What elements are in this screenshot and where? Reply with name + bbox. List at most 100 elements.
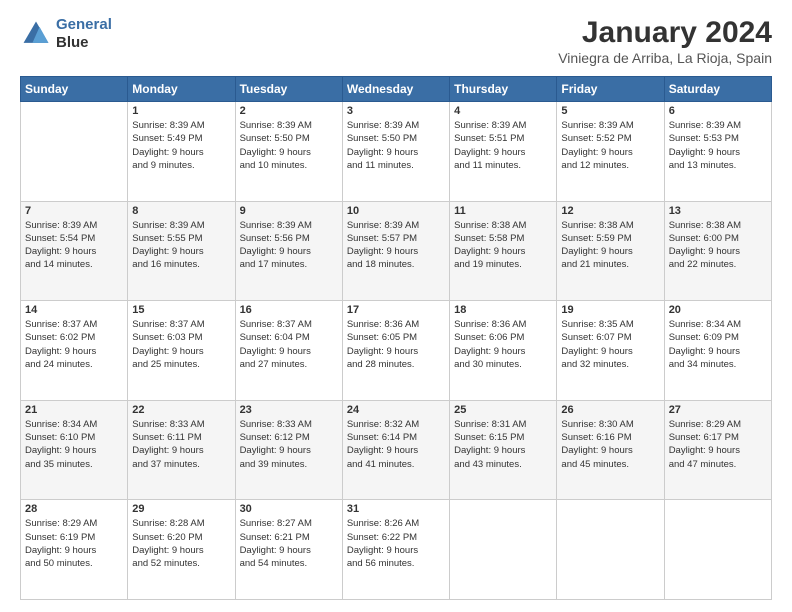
calendar-cell: 14 Sunrise: 8:37 AM Sunset: 6:02 PM Dayli…: [21, 301, 128, 401]
day-number: 8: [132, 205, 230, 217]
calendar-cell: 15 Sunrise: 8:37 AM Sunset: 6:03 PM Dayli…: [128, 301, 235, 401]
day-info: Sunrise: 8:38 AM Sunset: 6:00 PM Dayligh…: [669, 219, 767, 272]
day-number: 14: [25, 304, 123, 316]
calendar-cell: 19 Sunrise: 8:35 AM Sunset: 6:07 PM Dayli…: [557, 301, 664, 401]
day-info: Sunrise: 8:29 AM Sunset: 6:19 PM Dayligh…: [25, 517, 123, 570]
day-info: Sunrise: 8:30 AM Sunset: 6:16 PM Dayligh…: [561, 418, 659, 471]
weekday-header-wednesday: Wednesday: [342, 77, 449, 102]
weekday-header-tuesday: Tuesday: [235, 77, 342, 102]
day-info: Sunrise: 8:28 AM Sunset: 6:20 PM Dayligh…: [132, 517, 230, 570]
day-info: Sunrise: 8:37 AM Sunset: 6:03 PM Dayligh…: [132, 318, 230, 371]
calendar-cell: 30 Sunrise: 8:27 AM Sunset: 6:21 PM Dayli…: [235, 500, 342, 600]
day-number: 26: [561, 404, 659, 416]
day-info: Sunrise: 8:39 AM Sunset: 5:53 PM Dayligh…: [669, 119, 767, 172]
day-number: 13: [669, 205, 767, 217]
day-info: Sunrise: 8:29 AM Sunset: 6:17 PM Dayligh…: [669, 418, 767, 471]
weekday-header-thursday: Thursday: [450, 77, 557, 102]
day-number: 31: [347, 503, 445, 515]
day-number: 11: [454, 205, 552, 217]
day-info: Sunrise: 8:35 AM Sunset: 6:07 PM Dayligh…: [561, 318, 659, 371]
day-info: Sunrise: 8:33 AM Sunset: 6:12 PM Dayligh…: [240, 418, 338, 471]
day-number: 23: [240, 404, 338, 416]
weekday-header-monday: Monday: [128, 77, 235, 102]
day-number: 28: [25, 503, 123, 515]
calendar-cell: 18 Sunrise: 8:36 AM Sunset: 6:06 PM Dayli…: [450, 301, 557, 401]
week-row-1: 1Sunrise: 8:39 AM Sunset: 5:49 PM Daylig…: [21, 102, 772, 202]
day-info: Sunrise: 8:39 AM Sunset: 5:55 PM Dayligh…: [132, 219, 230, 272]
day-info: Sunrise: 8:39 AM Sunset: 5:56 PM Dayligh…: [240, 219, 338, 272]
calendar-cell: 5Sunrise: 8:39 AM Sunset: 5:52 PM Daylig…: [557, 102, 664, 202]
day-number: 4: [454, 105, 552, 117]
day-info: Sunrise: 8:39 AM Sunset: 5:50 PM Dayligh…: [240, 119, 338, 172]
logo-line2: Blue: [56, 34, 112, 52]
calendar-cell: 1Sunrise: 8:39 AM Sunset: 5:49 PM Daylig…: [128, 102, 235, 202]
calendar-cell: 2 Sunrise: 8:39 AM Sunset: 5:50 PM Daylig…: [235, 102, 342, 202]
day-info: Sunrise: 8:26 AM Sunset: 6:22 PM Dayligh…: [347, 517, 445, 570]
title-block: January 2024 Viniegra de Arriba, La Rioj…: [558, 16, 772, 66]
day-number: 29: [132, 503, 230, 515]
day-number: 9: [240, 205, 338, 217]
week-row-5: 28 Sunrise: 8:29 AM Sunset: 6:19 PM Dayli…: [21, 500, 772, 600]
calendar-cell: 7Sunrise: 8:39 AM Sunset: 5:54 PM Daylig…: [21, 201, 128, 301]
calendar-cell: 16 Sunrise: 8:37 AM Sunset: 6:04 PM Dayli…: [235, 301, 342, 401]
logo-text: General Blue: [56, 16, 112, 52]
day-number: 20: [669, 304, 767, 316]
day-number: 2: [240, 105, 338, 117]
day-info: Sunrise: 8:38 AM Sunset: 5:59 PM Dayligh…: [561, 219, 659, 272]
calendar-cell: [557, 500, 664, 600]
day-number: 19: [561, 304, 659, 316]
day-number: 10: [347, 205, 445, 217]
weekday-header-saturday: Saturday: [664, 77, 771, 102]
weekday-header-sunday: Sunday: [21, 77, 128, 102]
weekday-header-friday: Friday: [557, 77, 664, 102]
calendar-cell: [21, 102, 128, 202]
day-number: 15: [132, 304, 230, 316]
day-info: Sunrise: 8:32 AM Sunset: 6:14 PM Dayligh…: [347, 418, 445, 471]
day-number: 21: [25, 404, 123, 416]
calendar-cell: 11 Sunrise: 8:38 AM Sunset: 5:58 PM Dayli…: [450, 201, 557, 301]
day-number: 17: [347, 304, 445, 316]
calendar-cell: 6 Sunrise: 8:39 AM Sunset: 5:53 PM Daylig…: [664, 102, 771, 202]
week-row-4: 21 Sunrise: 8:34 AM Sunset: 6:10 PM Dayli…: [21, 400, 772, 500]
calendar-cell: 13 Sunrise: 8:38 AM Sunset: 6:00 PM Dayli…: [664, 201, 771, 301]
month-title: January 2024: [558, 16, 772, 50]
day-info: Sunrise: 8:36 AM Sunset: 6:05 PM Dayligh…: [347, 318, 445, 371]
calendar-cell: [450, 500, 557, 600]
calendar-body: 1Sunrise: 8:39 AM Sunset: 5:49 PM Daylig…: [21, 102, 772, 600]
calendar-cell: 22Sunrise: 8:33 AM Sunset: 6:11 PM Dayli…: [128, 400, 235, 500]
day-number: 27: [669, 404, 767, 416]
day-number: 12: [561, 205, 659, 217]
day-info: Sunrise: 8:36 AM Sunset: 6:06 PM Dayligh…: [454, 318, 552, 371]
logo-icon: [20, 18, 52, 50]
calendar-cell: 20 Sunrise: 8:34 AM Sunset: 6:09 PM Dayli…: [664, 301, 771, 401]
day-info: Sunrise: 8:34 AM Sunset: 6:09 PM Dayligh…: [669, 318, 767, 371]
calendar-cell: 31 Sunrise: 8:26 AM Sunset: 6:22 PM Dayli…: [342, 500, 449, 600]
day-info: Sunrise: 8:37 AM Sunset: 6:02 PM Dayligh…: [25, 318, 123, 371]
calendar-cell: 12 Sunrise: 8:38 AM Sunset: 5:59 PM Dayli…: [557, 201, 664, 301]
calendar-cell: 8 Sunrise: 8:39 AM Sunset: 5:55 PM Daylig…: [128, 201, 235, 301]
calendar-cell: 25Sunrise: 8:31 AM Sunset: 6:15 PM Dayli…: [450, 400, 557, 500]
day-info: Sunrise: 8:33 AM Sunset: 6:11 PM Dayligh…: [132, 418, 230, 471]
day-number: 6: [669, 105, 767, 117]
calendar-cell: 21 Sunrise: 8:34 AM Sunset: 6:10 PM Dayli…: [21, 400, 128, 500]
day-number: 18: [454, 304, 552, 316]
weekday-row: SundayMondayTuesdayWednesdayThursdayFrid…: [21, 77, 772, 102]
logo-line1: General: [56, 16, 112, 33]
day-number: 1: [132, 105, 230, 117]
calendar-cell: 10Sunrise: 8:39 AM Sunset: 5:57 PM Dayli…: [342, 201, 449, 301]
logo: General Blue: [20, 16, 112, 52]
calendar-cell: 4Sunrise: 8:39 AM Sunset: 5:51 PM Daylig…: [450, 102, 557, 202]
day-info: Sunrise: 8:37 AM Sunset: 6:04 PM Dayligh…: [240, 318, 338, 371]
day-info: Sunrise: 8:39 AM Sunset: 5:50 PM Dayligh…: [347, 119, 445, 172]
calendar-table: SundayMondayTuesdayWednesdayThursdayFrid…: [20, 76, 772, 600]
day-info: Sunrise: 8:38 AM Sunset: 5:58 PM Dayligh…: [454, 219, 552, 272]
day-number: 24: [347, 404, 445, 416]
page: General Blue January 2024 Viniegra de Ar…: [0, 0, 792, 612]
calendar-cell: [664, 500, 771, 600]
day-number: 30: [240, 503, 338, 515]
day-number: 3: [347, 105, 445, 117]
day-info: Sunrise: 8:34 AM Sunset: 6:10 PM Dayligh…: [25, 418, 123, 471]
location: Viniegra de Arriba, La Rioja, Spain: [558, 50, 772, 66]
day-number: 16: [240, 304, 338, 316]
day-info: Sunrise: 8:27 AM Sunset: 6:21 PM Dayligh…: [240, 517, 338, 570]
